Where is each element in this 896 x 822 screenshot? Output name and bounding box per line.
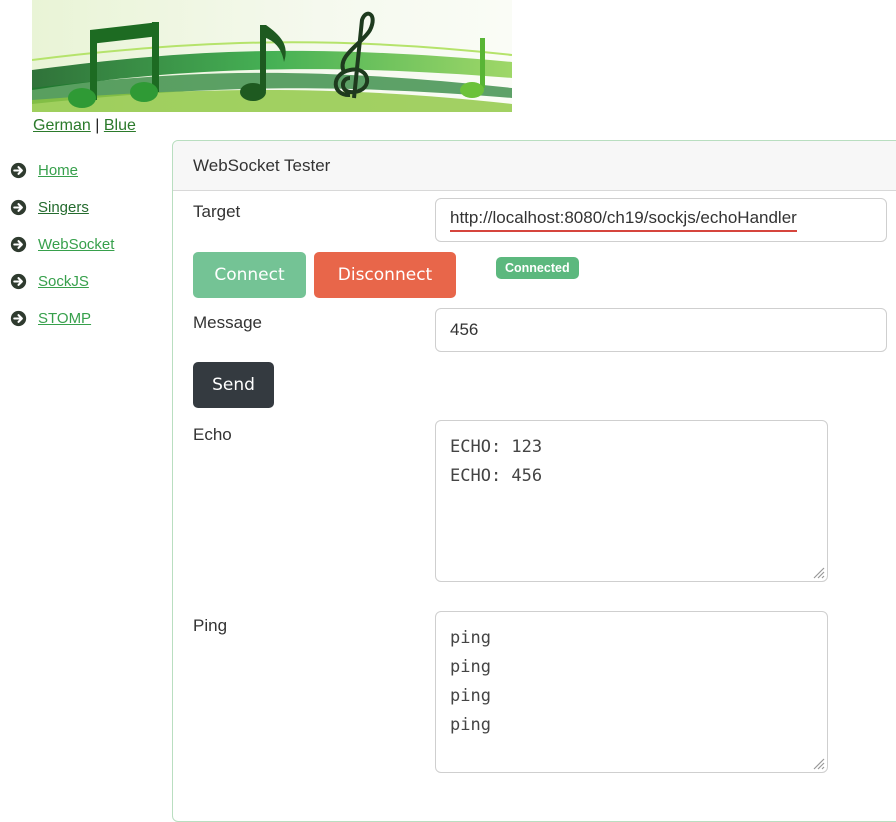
- music-notes-banner-image: [32, 0, 512, 112]
- ping-line: ping: [450, 628, 491, 648]
- language-switcher: German | Blue: [33, 117, 136, 135]
- message-input[interactable]: 456: [435, 308, 887, 352]
- nav-label-singers: Singers: [38, 199, 89, 216]
- message-label: Message: [193, 313, 262, 332]
- ping-line: ping: [450, 686, 491, 706]
- nav-item-singers[interactable]: Singers: [10, 189, 160, 226]
- echo-label: Echo: [193, 425, 232, 444]
- resize-grip-icon[interactable]: [811, 756, 825, 770]
- websocket-tester-panel: WebSocket Tester Target http://localhost…: [172, 140, 896, 822]
- ping-textarea[interactable]: ping ping ping ping: [435, 611, 828, 773]
- circle-arrow-right-icon: [10, 162, 27, 179]
- disconnect-button[interactable]: Disconnect: [314, 252, 456, 298]
- nav-item-home[interactable]: Home: [10, 152, 160, 189]
- nav-label-websocket: WebSocket: [38, 236, 115, 253]
- send-button[interactable]: Send: [193, 362, 274, 408]
- circle-arrow-right-icon: [10, 273, 27, 290]
- circle-arrow-right-icon: [10, 236, 27, 253]
- message-value: 456: [450, 320, 479, 339]
- panel-title: WebSocket Tester: [193, 155, 331, 175]
- ping-label: Ping: [193, 616, 228, 635]
- ping-line: ping: [450, 657, 491, 677]
- echo-line: ECHO: 456: [450, 466, 543, 486]
- echo-line: ECHO: 123: [450, 437, 543, 457]
- target-url-input[interactable]: http://localhost:8080/ch19/sockjs/echoHa…: [435, 198, 887, 242]
- circle-arrow-right-icon: [10, 310, 27, 327]
- circle-arrow-right-icon: [10, 199, 27, 216]
- resize-grip-icon[interactable]: [811, 565, 825, 579]
- nav-item-stomp[interactable]: STOMP: [10, 300, 160, 337]
- target-label: Target: [193, 202, 241, 221]
- language-separator: |: [95, 117, 100, 134]
- nav-label-stomp: STOMP: [38, 310, 92, 327]
- target-url-value: http://localhost:8080/ch19/sockjs/echoHa…: [450, 208, 797, 232]
- blue-theme-link[interactable]: Blue: [104, 117, 136, 134]
- panel-header: WebSocket Tester: [173, 141, 896, 191]
- nav-item-sockjs[interactable]: SockJS: [10, 263, 160, 300]
- music-banner: [32, 0, 512, 112]
- nav-label-home: Home: [38, 162, 79, 179]
- connection-status-badge: Connected: [496, 257, 579, 279]
- connect-button[interactable]: Connect: [193, 252, 306, 298]
- ping-line: ping: [450, 715, 491, 735]
- sidebar-nav: Home Singers WebSocket SockJS STOMP: [10, 152, 160, 337]
- german-link[interactable]: German: [33, 117, 91, 134]
- nav-label-sockjs: SockJS: [38, 273, 89, 290]
- echo-textarea[interactable]: ECHO: 123 ECHO: 456: [435, 420, 828, 582]
- nav-item-websocket[interactable]: WebSocket: [10, 226, 160, 263]
